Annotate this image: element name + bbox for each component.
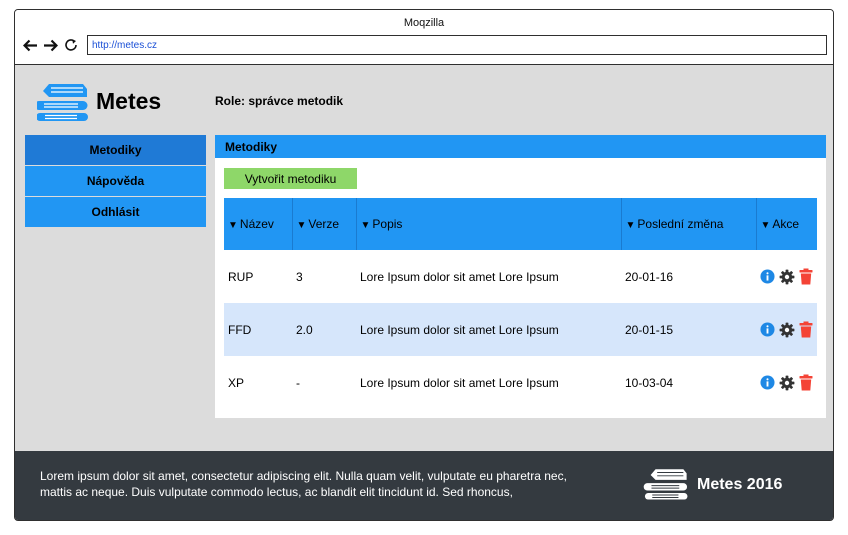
reload-icon[interactable] xyxy=(63,37,79,53)
table-header-row: ▼ Název ▼ Verze ▼ Popis ▼ Poslední změna ▼ Ak… xyxy=(224,198,817,250)
cell-version: 2.0 xyxy=(292,303,356,356)
app-title: Metes xyxy=(96,88,162,114)
arrow-left-icon[interactable] xyxy=(22,37,38,53)
sidebar-item-odhlasit[interactable]: Odhlásit xyxy=(25,197,206,227)
column-header-label: Popis xyxy=(372,217,403,231)
role-label: Role: správce metodik xyxy=(215,94,344,108)
cell-actions xyxy=(756,303,817,356)
footer-brand: Metes 2016 xyxy=(697,476,783,493)
info-icon[interactable] xyxy=(760,322,775,337)
column-header-label: Poslední změna xyxy=(637,217,724,231)
books-logo-icon xyxy=(643,466,691,502)
column-header-last-change[interactable]: ▼ Poslední změna xyxy=(621,198,757,250)
cell-description: Lore Ipsum dolor sit amet Lore Ipsum xyxy=(360,375,559,390)
gear-icon[interactable] xyxy=(779,269,795,285)
url-input[interactable]: http://metes.cz xyxy=(87,35,827,55)
sidebar-item-metodiky[interactable]: Metodiky xyxy=(25,135,206,165)
sort-down-icon: ▼ xyxy=(296,220,307,231)
sort-down-icon: ▼ xyxy=(360,220,371,231)
cell-last-change: 20-01-16 xyxy=(625,269,674,284)
cell-description: Lore Ipsum dolor sit amet Lore Ipsum xyxy=(356,303,621,356)
gear-icon[interactable] xyxy=(779,322,795,338)
trash-icon[interactable] xyxy=(799,268,813,285)
trash-icon[interactable] xyxy=(799,321,813,338)
books-logo-icon xyxy=(34,80,89,124)
column-header-actions[interactable]: ▼ Akce xyxy=(756,198,817,250)
cell-name: FFD xyxy=(224,303,292,356)
cell-actions xyxy=(756,250,817,303)
arrow-right-icon[interactable] xyxy=(42,37,58,53)
cell-name: RUP xyxy=(228,269,254,284)
sort-down-icon: ▼ xyxy=(625,220,636,231)
column-header-description[interactable]: ▼ Popis xyxy=(356,198,622,250)
cell-last-change: 10-03-04 xyxy=(625,375,674,390)
column-header-label: Verze xyxy=(308,217,340,231)
trash-icon[interactable] xyxy=(799,374,813,391)
create-methodology-button[interactable]: Vytvořit metodiku xyxy=(224,168,357,189)
table-row: XP - Lore Ipsum dolor sit amet Lore Ipsu… xyxy=(224,356,817,409)
sort-down-icon: ▼ xyxy=(760,220,771,231)
sidebar-item-napoveda[interactable]: Nápověda xyxy=(25,166,206,196)
cell-last-change: 20-01-15 xyxy=(621,303,756,356)
page-footer: Lorem ipsum dolor sit amet, consectetur … xyxy=(15,451,833,520)
panel-title: Metodiky xyxy=(215,135,826,158)
sidebar: Metodiky Nápověda Odhlásit xyxy=(25,135,206,228)
footer-text: Lorem ipsum dolor sit amet, consectetur … xyxy=(40,469,567,499)
table-row: FFD 2.0 Lore Ipsum dolor sit amet Lore I… xyxy=(224,303,817,356)
cell-version: - xyxy=(296,375,300,390)
methodologies-panel: Metodiky Vytvořit metodiku ▼ Název ▼ Verze… xyxy=(215,135,826,418)
column-header-label: Název xyxy=(239,217,274,231)
gear-icon[interactable] xyxy=(779,375,795,391)
sort-down-icon: ▼ xyxy=(228,220,238,231)
table-row: RUP 3 Lore Ipsum dolor sit amet Lore Ips… xyxy=(224,250,817,303)
browser-window: Moqzilla http://metes.cz Metes Role: spr… xyxy=(14,9,834,521)
browser-title: Moqzilla xyxy=(403,17,445,29)
cell-description: Lore Ipsum dolor sit amet Lore Ipsum xyxy=(360,269,559,284)
cell-version: 3 xyxy=(296,269,303,284)
methodologies-table: ▼ Název ▼ Verze ▼ Popis ▼ Poslední změna ▼ Ak… xyxy=(224,198,817,409)
info-icon[interactable] xyxy=(760,269,775,284)
column-header-name[interactable]: ▼ Název xyxy=(224,198,293,250)
cell-name: XP xyxy=(228,375,245,390)
column-header-label: Akce xyxy=(772,217,800,231)
info-icon[interactable] xyxy=(760,375,775,390)
page-content: Metes Role: správce metodik Metodiky Náp… xyxy=(15,65,833,453)
column-header-version[interactable]: ▼ Verze xyxy=(292,198,357,250)
cell-actions xyxy=(756,356,817,409)
browser-titlebar: Moqzilla http://metes.cz xyxy=(15,10,833,65)
